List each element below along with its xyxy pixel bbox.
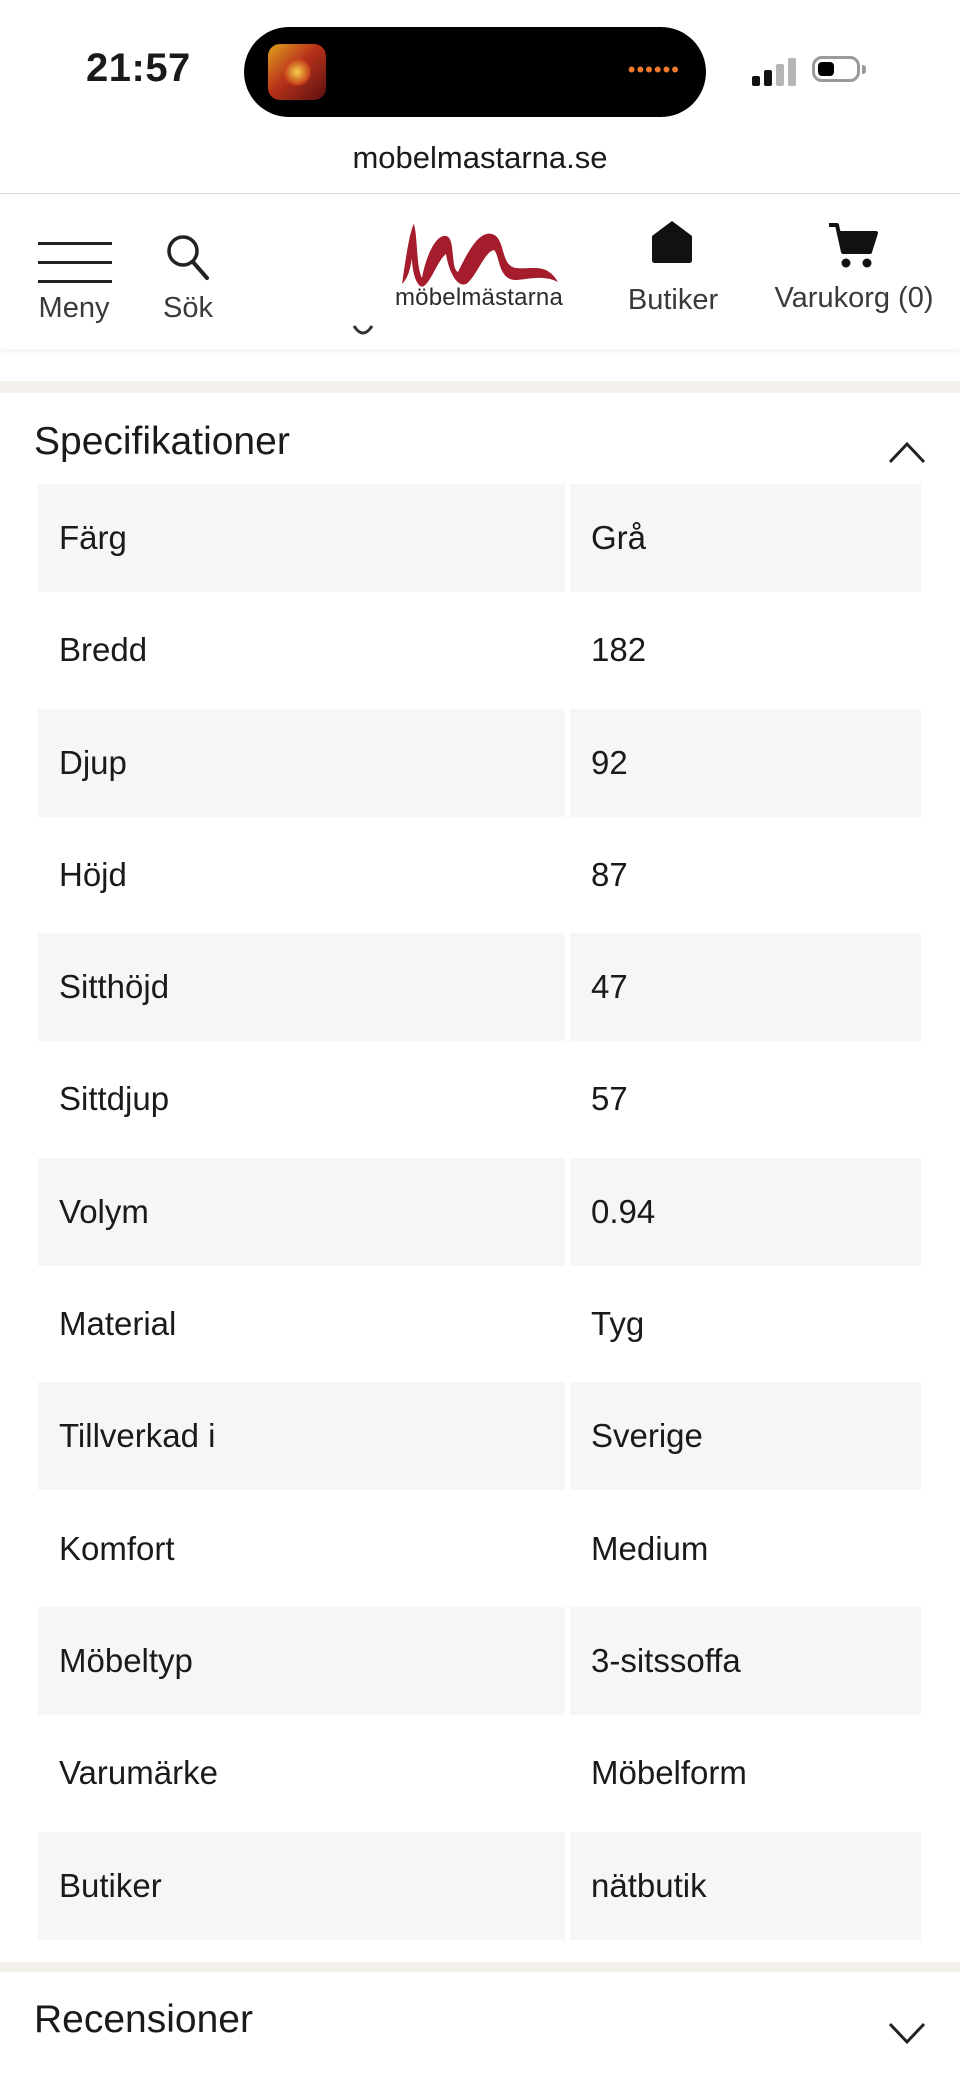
chevron-up-icon[interactable] [888,439,926,465]
spec-key: Sittdjup [59,1080,170,1118]
specifications-table: Färg Grå Bredd 182 Djup 92 Höjd 87 Sitthöjd 47 Sit… [38,484,921,1944]
shopping-cart-icon [829,223,878,268]
search-label: Sök [163,292,213,324]
status-bar: 21:57 •••••• [0,0,960,140]
spec-value: 47 [570,933,921,1042]
spec-row: Bredd 182 [38,596,921,708]
spec-row: Höjd 87 [38,821,921,933]
spec-key: Höjd [59,855,127,893]
now-playing-album-art-icon [268,44,326,100]
spec-value: 87 [591,855,628,893]
spec-row: Varumärke Möbelform [38,1719,921,1831]
spec-key: Djup [38,708,565,817]
spec-key: Butiker [38,1831,565,1940]
address-bar-url[interactable]: mobelmastarna.se [0,140,960,176]
spec-row: Butiker nätbutik [38,1831,921,1944]
reviews-section[interactable]: Recensioner [0,1972,960,2081]
spec-key: Volym [38,1157,565,1266]
hamburger-icon [38,242,112,284]
audio-waveform-icon: •••••• [627,57,680,82]
spec-value: Möbelform [591,1754,747,1792]
cellular-signal-icon [752,56,800,86]
dynamic-island[interactable]: •••••• [244,27,706,117]
spec-value: Tyg [591,1305,645,1343]
section-divider [0,1962,960,1972]
spec-row: Sitthöjd 47 [38,933,921,1045]
logo-wordmark: möbelmästarna [394,284,563,311]
store-house-icon [652,221,692,263]
status-time: 21:57 [86,46,191,90]
spec-row: Djup 92 [38,708,921,821]
scrolled-text-fragment [352,325,374,335]
spec-row: Tillverkad i Sverige [38,1382,921,1494]
spec-value: 0.94 [570,1157,921,1266]
spec-key: Färg [38,484,565,592]
spec-value: Sverige [570,1382,921,1491]
spec-key: Sitthöjd [38,933,565,1042]
section-divider [0,381,960,393]
spec-value: Grå [570,484,921,592]
spec-value: 57 [591,1080,628,1118]
specifications-title: Specifikationer [34,420,290,463]
spec-key: Bredd [59,631,148,669]
spec-value: 3-sitssoffa [570,1606,921,1715]
spec-key: Tillverkad i [38,1382,565,1491]
spec-value: 182 [591,631,647,669]
spec-key: Möbeltyp [38,1606,565,1715]
battery-icon [812,56,868,86]
chevron-down-icon[interactable] [888,2020,926,2046]
spec-row: Komfort Medium [38,1495,921,1607]
spec-row: Sittdjup 57 [38,1045,921,1157]
spec-value: 92 [570,708,921,817]
spec-key: Komfort [59,1529,175,1567]
spec-row: Möbeltyp 3-sitssoffa [38,1606,921,1719]
cart-label: Varukorg (0) [774,282,934,314]
spec-row: Färg Grå [38,484,921,596]
spec-value: nätbutik [570,1831,921,1940]
spec-value: Medium [591,1529,709,1567]
site-header: Meny Sök möbelmästarna Butiker Varukorg … [0,194,960,349]
menu-label: Meny [38,292,110,324]
spec-key: Varumärke [59,1754,218,1792]
spec-row: Volym 0.94 [38,1157,921,1270]
reviews-title: Recensioner [34,1998,253,2041]
spec-key: Material [59,1305,177,1343]
spec-row: Material Tyg [38,1270,921,1382]
stores-label: Butiker [627,284,719,316]
search-icon [167,235,209,280]
